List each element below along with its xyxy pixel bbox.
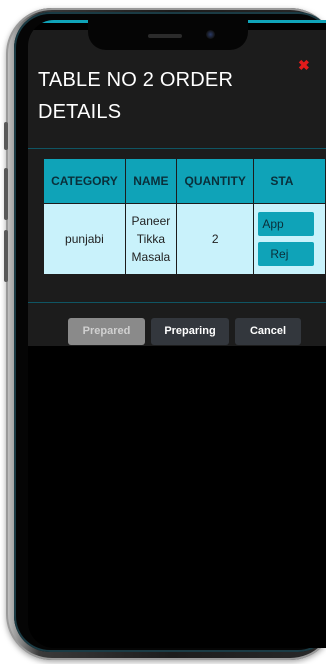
order-table-container[interactable]: CATEGORY NAME QUANTITY STA punjabi Panee… xyxy=(43,158,326,288)
cell-quantity: 2 xyxy=(175,203,255,275)
preparing-button[interactable]: Preparing xyxy=(151,318,229,345)
name-line: Masala xyxy=(131,250,171,264)
cancel-button[interactable]: Cancel xyxy=(235,318,301,345)
order-details-modal: TABLE NO 2 ORDER DETAILS ✖ CATEGORY NAME… xyxy=(28,30,326,346)
column-header-name: NAME xyxy=(124,158,177,204)
order-table: CATEGORY NAME QUANTITY STA punjabi Panee… xyxy=(43,158,326,275)
prepared-button[interactable]: Prepared xyxy=(68,318,145,345)
reject-button[interactable]: Rej xyxy=(258,242,315,266)
cell-name: Paneer Tikka Masala xyxy=(124,203,177,275)
phone-notch xyxy=(88,20,248,50)
side-button xyxy=(4,168,8,220)
side-button xyxy=(4,230,8,282)
table-header-row: CATEGORY NAME QUANTITY STA xyxy=(43,158,326,204)
column-header-status: STA xyxy=(253,158,326,204)
close-icon[interactable]: ✖ xyxy=(298,58,310,72)
cell-category: punjabi xyxy=(43,203,126,275)
speaker-grille xyxy=(148,34,182,38)
column-header-quantity: QUANTITY xyxy=(175,158,255,204)
footer-divider xyxy=(28,302,326,303)
side-button xyxy=(4,122,8,150)
approve-button[interactable]: App xyxy=(258,212,315,236)
name-line: Tikka xyxy=(136,232,166,246)
phone-screen: TABLE NO 2 ORDER DETAILS ✖ CATEGORY NAME… xyxy=(28,20,326,648)
name-line: Paneer xyxy=(131,214,171,228)
cell-status: App Rej xyxy=(253,203,326,275)
column-header-category: CATEGORY xyxy=(43,158,126,204)
modal-title: TABLE NO 2 ORDER DETAILS xyxy=(38,69,234,123)
table-row: punjabi Paneer Tikka Masala 2 App Rej xyxy=(43,203,326,275)
front-camera xyxy=(206,30,215,39)
